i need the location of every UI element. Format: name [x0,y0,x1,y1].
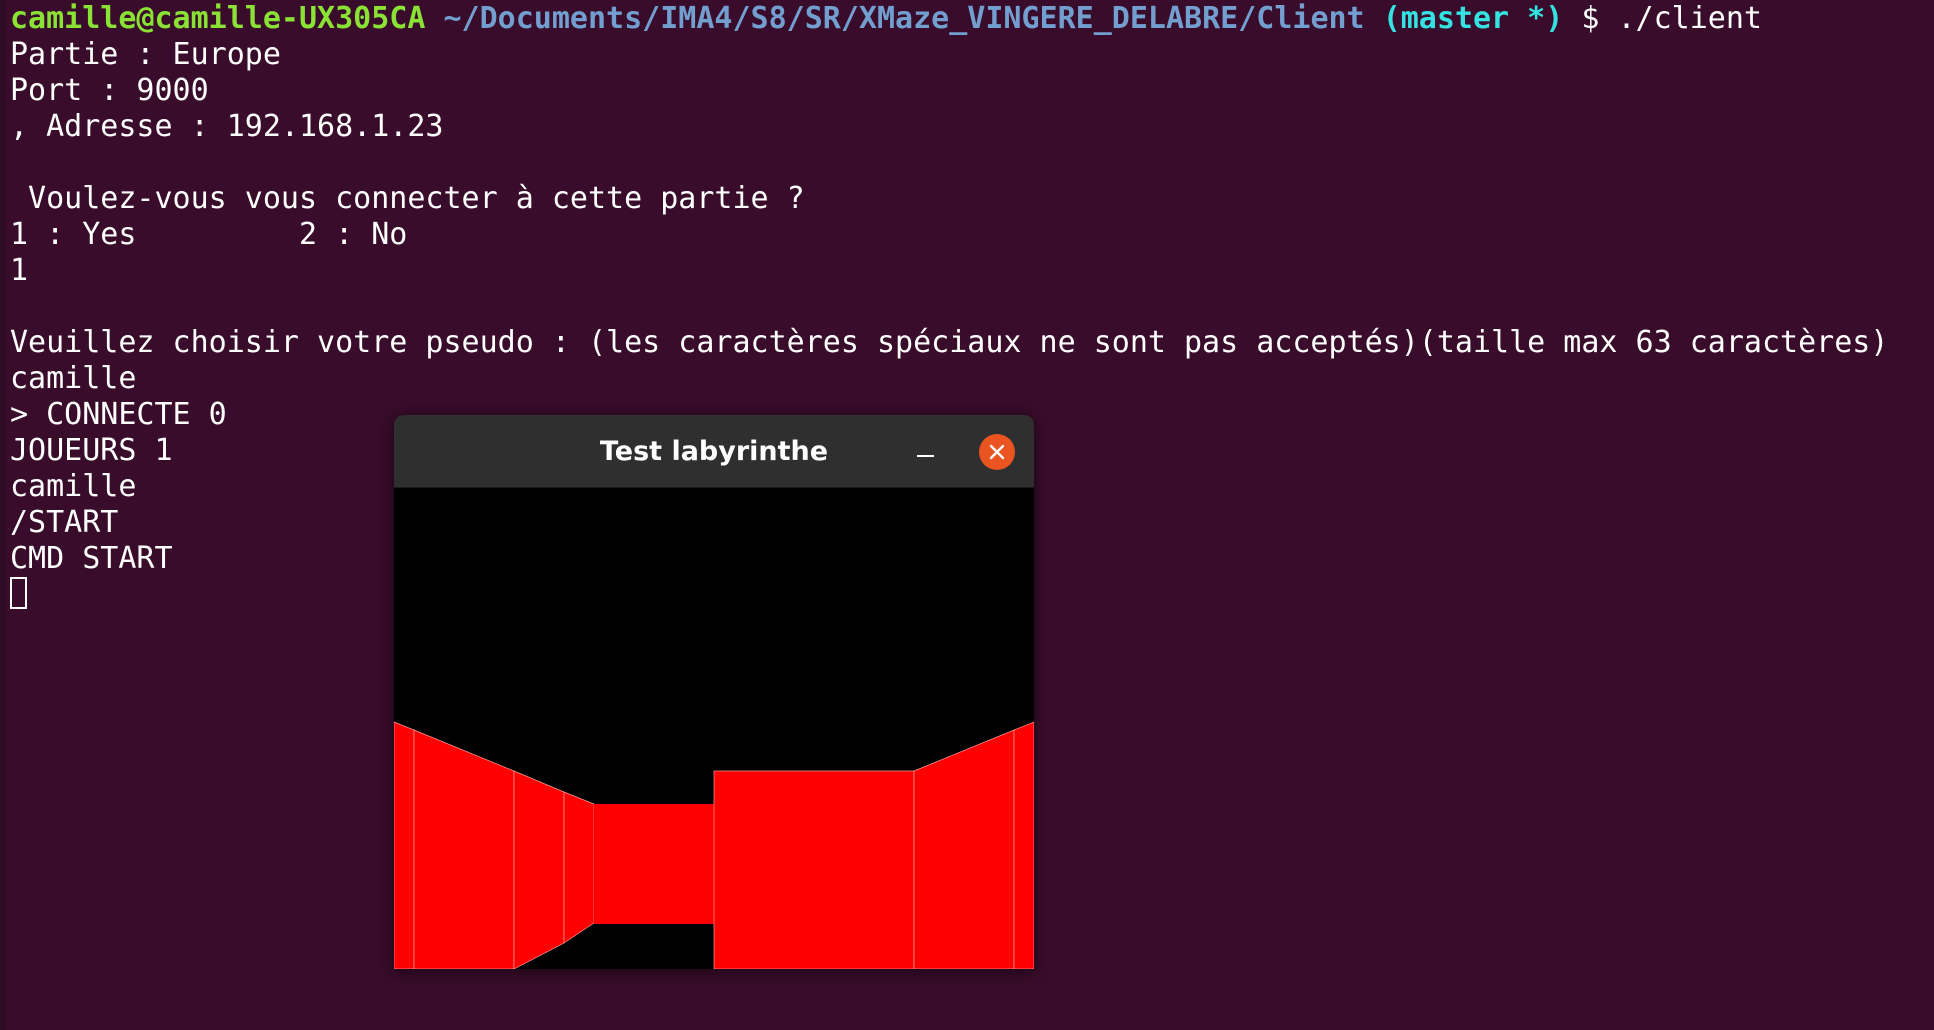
minimize-icon [917,455,934,457]
maze-window[interactable]: Test labyrinthe [394,415,1034,969]
maze-wall-left-4 [563,791,595,944]
prompt-path: ~/Documents/IMA4/S8/SR/XMaze_VINGERE_DEL… [443,1,1365,36]
prompt-symbol: $ [1581,1,1600,36]
maze-canvas[interactable] [394,488,1034,969]
maze-wall-center-far [594,804,714,924]
output-line: > CONNECTE 0 [10,397,227,432]
maze-wall-center-near [713,770,915,969]
terminal-cursor [10,577,27,609]
prompt-line: camille@camille-UX305CA ~/Documents/IMA4… [10,1,1762,37]
minimize-button[interactable] [908,433,944,469]
output-line: , Adresse : 192.168.1.23 [10,109,444,144]
output-line: JOUEURS 1 [10,433,173,468]
output-line: Partie : Europe [10,37,281,72]
output-line: CMD START [10,541,173,576]
maze-wall-left-3 [513,770,565,969]
output-line: Veuillez choisir votre pseudo : (les car… [10,325,1889,360]
output-line: camille [10,361,137,396]
window-edge [0,0,6,1030]
output-line: 1 : Yes 2 : No [10,217,408,252]
output-line: Port : 9000 [10,73,209,108]
maze-wall-right-2 [1013,721,1034,969]
maze-wall-left-1 [394,721,415,969]
output-line: 1 [10,253,29,288]
output-line: camille [10,469,137,504]
close-button[interactable] [979,434,1015,470]
output-line: /START [10,505,119,540]
close-icon [989,444,1005,460]
window-titlebar[interactable]: Test labyrinthe [394,415,1034,488]
maze-wall-right-1 [913,729,1015,969]
prompt-user-host: camille@camille-UX305CA [10,1,426,36]
maze-wall-left-2 [413,729,515,969]
prompt-command: ./client [1617,1,1763,36]
output-line: Voulez-vous vous connecter à cette parti… [10,181,805,216]
prompt-git-branch: (master *) [1382,1,1564,36]
maze-3d-view [394,488,1034,969]
